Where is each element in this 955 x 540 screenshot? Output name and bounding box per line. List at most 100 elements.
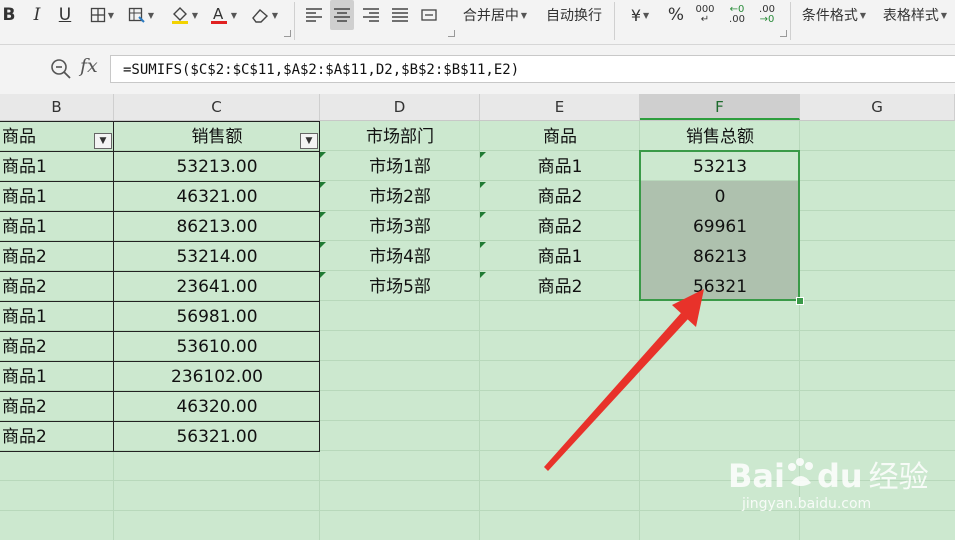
cell-b5[interactable]: 商品2	[0, 242, 113, 272]
cell-d5[interactable]: 市场4部	[320, 242, 480, 272]
cell-b4[interactable]: 商品1	[0, 212, 113, 242]
align-right-icon	[363, 8, 379, 22]
cell-b8[interactable]: 商品2	[0, 332, 113, 362]
percent-button[interactable]: %	[664, 0, 688, 30]
cell-c11[interactable]: 56321.00	[114, 422, 320, 452]
cell-b9[interactable]: 商品1	[0, 362, 113, 392]
formula-input[interactable]: =SUMIFS($C$2:$C$11,$A$2:$A$11,D2,$B$2:$B…	[110, 55, 955, 83]
cell-d4[interactable]: 市场3部	[320, 212, 480, 242]
column-header-d[interactable]: D	[320, 94, 480, 120]
distribute-icon	[421, 9, 437, 21]
dialog-launcher-icon[interactable]	[780, 30, 787, 37]
align-center-button[interactable]	[330, 0, 354, 30]
cell-indicator-icon	[480, 152, 486, 158]
conditional-format-button[interactable]: 条件格式 ▼	[797, 0, 871, 30]
font-color-button[interactable]: A ▼	[206, 0, 240, 30]
fill-handle[interactable]	[796, 297, 804, 305]
filter-dropdown-icon[interactable]: ▼	[300, 133, 318, 149]
align-left-icon	[306, 8, 322, 22]
baidu-watermark: Bai du 经验 jingyan.baidu.com	[728, 452, 929, 512]
cell-indicator-icon	[320, 182, 326, 188]
cell-b2[interactable]: 商品1	[0, 152, 113, 182]
cell-c1[interactable]: 销售额	[114, 122, 320, 152]
cell-e1[interactable]: 商品	[480, 122, 640, 152]
merge-center-button[interactable]: 合并居中 ▼	[455, 0, 535, 30]
eraser-icon	[252, 9, 268, 23]
table-style-button[interactable]: 表格样式 ▼	[877, 0, 953, 30]
align-center-icon	[334, 8, 350, 22]
chevron-down-icon: ▼	[520, 10, 528, 20]
cell-indicator-icon	[320, 242, 326, 248]
chevron-down-icon: ▼	[643, 10, 650, 20]
cell-b3[interactable]: 商品1	[0, 182, 113, 212]
chevron-down-icon: ▼	[940, 10, 948, 20]
cell-c10[interactable]: 46320.00	[114, 392, 320, 422]
chevron-down-icon: ▼	[859, 10, 867, 20]
cell-c5[interactable]: 53214.00	[114, 242, 320, 272]
column-header-e[interactable]: E	[480, 94, 640, 120]
cell-d6[interactable]: 市场5部	[320, 272, 480, 302]
cell-selection-box	[639, 150, 800, 301]
dialog-launcher-icon[interactable]	[284, 30, 291, 37]
cell-c9[interactable]: 236102.00	[114, 362, 320, 392]
decrease-decimal-arrow-icon: →0	[759, 14, 775, 25]
zoom-icon[interactable]	[50, 58, 72, 84]
cell-b7[interactable]: 商品1	[0, 302, 113, 332]
distributed-align-button[interactable]	[417, 0, 441, 30]
cell-d2[interactable]: 市场1部	[320, 152, 480, 182]
chevron-down-icon: ▼	[147, 10, 155, 20]
align-right-button[interactable]	[359, 0, 383, 30]
filter-dropdown-icon[interactable]: ▼	[94, 133, 112, 149]
cell-f1[interactable]: 销售总额	[640, 122, 800, 152]
fill-color-button[interactable]: ▼	[166, 0, 202, 30]
chevron-down-icon: ▼	[191, 10, 199, 20]
column-header-g[interactable]: G	[800, 94, 955, 120]
decrease-decimal-button[interactable]: .00 →0	[754, 0, 780, 30]
format-painter-icon	[128, 7, 145, 23]
wrap-text-button[interactable]: 自动换行	[540, 0, 608, 30]
column-header-b[interactable]: B	[0, 94, 114, 120]
cell-c7[interactable]: 56981.00	[114, 302, 320, 332]
cell-d3[interactable]: 市场2部	[320, 182, 480, 212]
fx-icon[interactable]: fx	[80, 55, 98, 77]
font-color-icon: A	[210, 5, 227, 24]
clear-button[interactable]: ▼	[246, 0, 282, 30]
cell-e2[interactable]: 商品1	[480, 152, 640, 182]
cell-c6[interactable]: 23641.00	[114, 272, 320, 302]
cell-c4[interactable]: 86213.00	[114, 212, 320, 242]
fill-format-button[interactable]: ▼	[125, 0, 157, 30]
cell-d1[interactable]: 市场部门	[320, 122, 480, 152]
toolbar: B I U ▼ ▼ ▼ A ▼ ▼ 合并居中 ▼ 自动换行 ¥ ▼ % 000 ↵	[0, 0, 955, 45]
formula-bar: fx =SUMIFS($C$2:$C$11,$A$2:$A$11,D2,$B$2…	[0, 45, 955, 94]
italic-button[interactable]: I	[28, 0, 46, 30]
thousands-arrow-icon: ↵	[700, 14, 710, 25]
watermark-brand-du: du	[816, 457, 863, 495]
cell-b6[interactable]: 商品2	[0, 272, 113, 302]
align-left-button[interactable]	[302, 0, 326, 30]
cell-e4[interactable]: 商品2	[480, 212, 640, 242]
cell-c3[interactable]: 46321.00	[114, 182, 320, 212]
currency-button[interactable]: ¥ ▼	[622, 0, 658, 30]
column-header-f[interactable]: F	[640, 94, 800, 120]
bold-button[interactable]: B	[0, 0, 18, 30]
borders-button[interactable]: ▼	[86, 0, 118, 30]
cell-indicator-icon	[480, 272, 486, 278]
cell-c8[interactable]: 53610.00	[114, 332, 320, 362]
currency-icon: ¥	[630, 5, 642, 25]
cell-b10[interactable]: 商品2	[0, 392, 113, 422]
dialog-launcher-icon[interactable]	[448, 30, 455, 37]
fill-bucket-icon	[171, 7, 188, 24]
conditional-format-label: 条件格式	[801, 8, 858, 24]
cell-b11[interactable]: 商品2	[0, 422, 113, 452]
thousands-separator-button[interactable]: 000 ↵	[694, 0, 716, 30]
toolbar-divider	[790, 2, 791, 40]
increase-decimal-button[interactable]: ←0.00	[724, 0, 750, 30]
cell-e3[interactable]: 商品2	[480, 182, 640, 212]
cell-c2[interactable]: 53213.00	[114, 152, 320, 182]
justify-icon	[392, 8, 408, 22]
column-header-c[interactable]: C	[114, 94, 320, 120]
chevron-down-icon: ▼	[271, 10, 279, 20]
justify-button[interactable]	[388, 0, 412, 30]
cell-e5[interactable]: 商品1	[480, 242, 640, 272]
underline-button[interactable]: U	[55, 0, 75, 30]
